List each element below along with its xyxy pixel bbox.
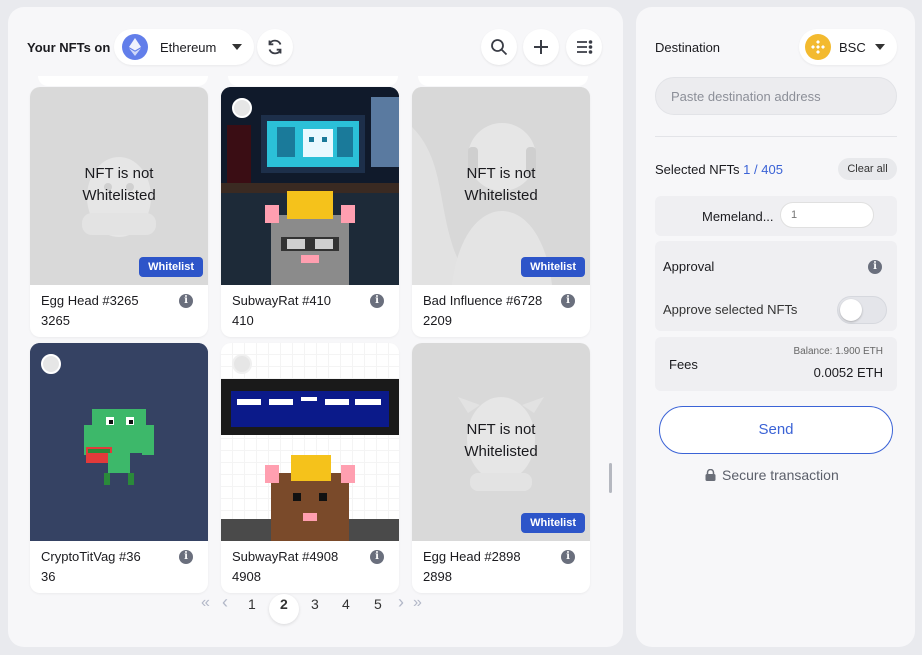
nft-card[interactable]: NFT is not Whitelisted Whitelist Egg Hea… bbox=[412, 343, 590, 593]
info-icon[interactable]: i bbox=[179, 550, 193, 564]
last-page-button[interactable]: » bbox=[413, 594, 422, 612]
nft-name: SubwayRat #4908 bbox=[232, 549, 339, 564]
approve-toggle[interactable] bbox=[837, 296, 887, 324]
destination-label: Destination bbox=[655, 40, 721, 55]
select-radio[interactable] bbox=[232, 98, 252, 118]
page-1[interactable]: 1 bbox=[248, 596, 256, 612]
secure-label: Secure transaction bbox=[722, 467, 839, 483]
nft-image bbox=[221, 87, 399, 285]
list-view-button[interactable] bbox=[566, 29, 602, 65]
nft-number: 2209 bbox=[423, 313, 452, 328]
nft-name: SubwayRat #410 bbox=[232, 293, 332, 308]
nft-number: 36 bbox=[41, 569, 56, 584]
select-radio[interactable] bbox=[232, 354, 252, 374]
whitelist-badge[interactable]: Whitelist bbox=[521, 257, 585, 277]
scrollbar-thumb[interactable] bbox=[609, 463, 612, 493]
nft-card[interactable]: NFT is not Whitelisted Whitelist Bad Inf… bbox=[412, 87, 590, 337]
panel-title: Your NFTs on bbox=[27, 40, 111, 55]
source-chain-select[interactable]: Ethereum bbox=[114, 29, 254, 65]
refresh-button[interactable] bbox=[257, 29, 293, 65]
clear-all-button[interactable]: Clear all bbox=[838, 158, 897, 180]
nft-card[interactable]: SubwayRat #4908 i 4908 bbox=[221, 343, 399, 593]
bnb-icon bbox=[805, 34, 831, 60]
search-icon bbox=[491, 39, 508, 56]
list-icon bbox=[577, 40, 593, 54]
not-whitelisted-overlay: NFT is not Whitelisted bbox=[412, 419, 590, 463]
whitelist-badge[interactable]: Whitelist bbox=[521, 513, 585, 533]
next-page-button[interactable]: › bbox=[398, 592, 404, 613]
select-radio[interactable] bbox=[41, 354, 61, 374]
plus-icon bbox=[534, 40, 548, 54]
add-button[interactable] bbox=[523, 29, 559, 65]
overlay-line: Whitelisted bbox=[464, 187, 538, 204]
page-5[interactable]: 5 bbox=[374, 596, 382, 612]
chevron-down-icon bbox=[232, 44, 242, 50]
selected-nfts-label: Selected NFTs 1 / 405 bbox=[655, 162, 783, 177]
source-chain-label: Ethereum bbox=[160, 39, 217, 55]
search-button[interactable] bbox=[481, 29, 517, 65]
fee-amount: 0.0052 ETH bbox=[813, 365, 883, 380]
nft-image bbox=[30, 343, 208, 541]
nft-card[interactable]: SubwayRat #410 i 410 bbox=[221, 87, 399, 337]
not-whitelisted-overlay: NFT is not Whitelisted bbox=[412, 163, 590, 207]
toggle-knob bbox=[840, 299, 862, 321]
not-whitelisted-overlay: NFT is not Whitelisted bbox=[30, 163, 208, 207]
prev-page-button[interactable]: ‹ bbox=[222, 592, 228, 613]
nft-name: Egg Head #2898 bbox=[423, 549, 521, 564]
chevron-down-icon bbox=[875, 44, 885, 50]
nft-card[interactable]: NFT is not Whitelisted Whitelist Egg Hea… bbox=[30, 87, 208, 337]
balance-text: Balance: 1.900 ETH bbox=[793, 346, 884, 357]
nft-name: CryptoTitVag #36 bbox=[41, 549, 141, 564]
ethereum-icon bbox=[122, 34, 148, 60]
info-icon[interactable]: i bbox=[370, 550, 384, 564]
nft-number: 2898 bbox=[423, 569, 452, 584]
approve-label: Approve selected NFTs bbox=[663, 302, 798, 317]
fees-box: Fees Balance: 1.900 ETH 0.0052 ETH bbox=[655, 337, 897, 391]
selected-label-text: Selected NFTs bbox=[655, 162, 740, 177]
collection-quantity-input[interactable] bbox=[780, 202, 874, 228]
nft-number: 4908 bbox=[232, 569, 261, 584]
approval-title: Approval bbox=[663, 259, 715, 274]
card-peek bbox=[38, 76, 208, 86]
overlay-line: NFT is not bbox=[466, 421, 536, 438]
info-icon[interactable]: i bbox=[370, 294, 384, 308]
lock-icon bbox=[705, 469, 716, 481]
fees-label: Fees bbox=[669, 357, 698, 372]
send-button[interactable]: Send bbox=[659, 406, 893, 454]
info-icon[interactable]: i bbox=[561, 550, 575, 564]
destination-chain-label: BSC bbox=[839, 39, 866, 55]
nft-name: Egg Head #3265 bbox=[41, 293, 139, 308]
card-peek bbox=[228, 76, 398, 86]
page-3[interactable]: 3 bbox=[311, 596, 319, 612]
info-icon[interactable]: i bbox=[179, 294, 193, 308]
destination-chain-select[interactable]: BSC bbox=[799, 29, 897, 65]
info-icon[interactable]: i bbox=[561, 294, 575, 308]
nft-number: 3265 bbox=[41, 313, 70, 328]
divider bbox=[655, 136, 897, 137]
overlay-line: Whitelisted bbox=[82, 187, 156, 204]
overlay-line: NFT is not bbox=[84, 165, 154, 182]
collection-name: Memeland... bbox=[702, 209, 774, 224]
info-icon[interactable]: i bbox=[868, 260, 882, 274]
overlay-line: Whitelisted bbox=[464, 443, 538, 460]
nft-image bbox=[221, 343, 399, 541]
nft-name: Bad Influence #6728 bbox=[423, 293, 543, 308]
secure-transaction-note: Secure transaction bbox=[705, 467, 839, 483]
selected-count: 1 / 405 bbox=[743, 162, 783, 177]
page-2[interactable]: 2 bbox=[280, 596, 288, 612]
whitelist-badge[interactable]: Whitelist bbox=[139, 257, 203, 277]
first-page-button[interactable]: « bbox=[201, 594, 210, 612]
overlay-line: NFT is not bbox=[466, 165, 536, 182]
approval-box: Approval i Approve selected NFTs bbox=[655, 241, 897, 331]
collection-row: Memeland... bbox=[655, 196, 897, 236]
bridge-panel: Destination BSC Selected NFTs 1 / 405 Cl… bbox=[636, 7, 915, 647]
refresh-icon bbox=[268, 39, 282, 55]
card-peek bbox=[418, 76, 588, 86]
nft-number: 410 bbox=[232, 313, 254, 328]
nft-card[interactable]: CryptoTitVag #36 i 36 bbox=[30, 343, 208, 593]
destination-address-input[interactable] bbox=[655, 77, 897, 115]
page-4[interactable]: 4 bbox=[342, 596, 350, 612]
